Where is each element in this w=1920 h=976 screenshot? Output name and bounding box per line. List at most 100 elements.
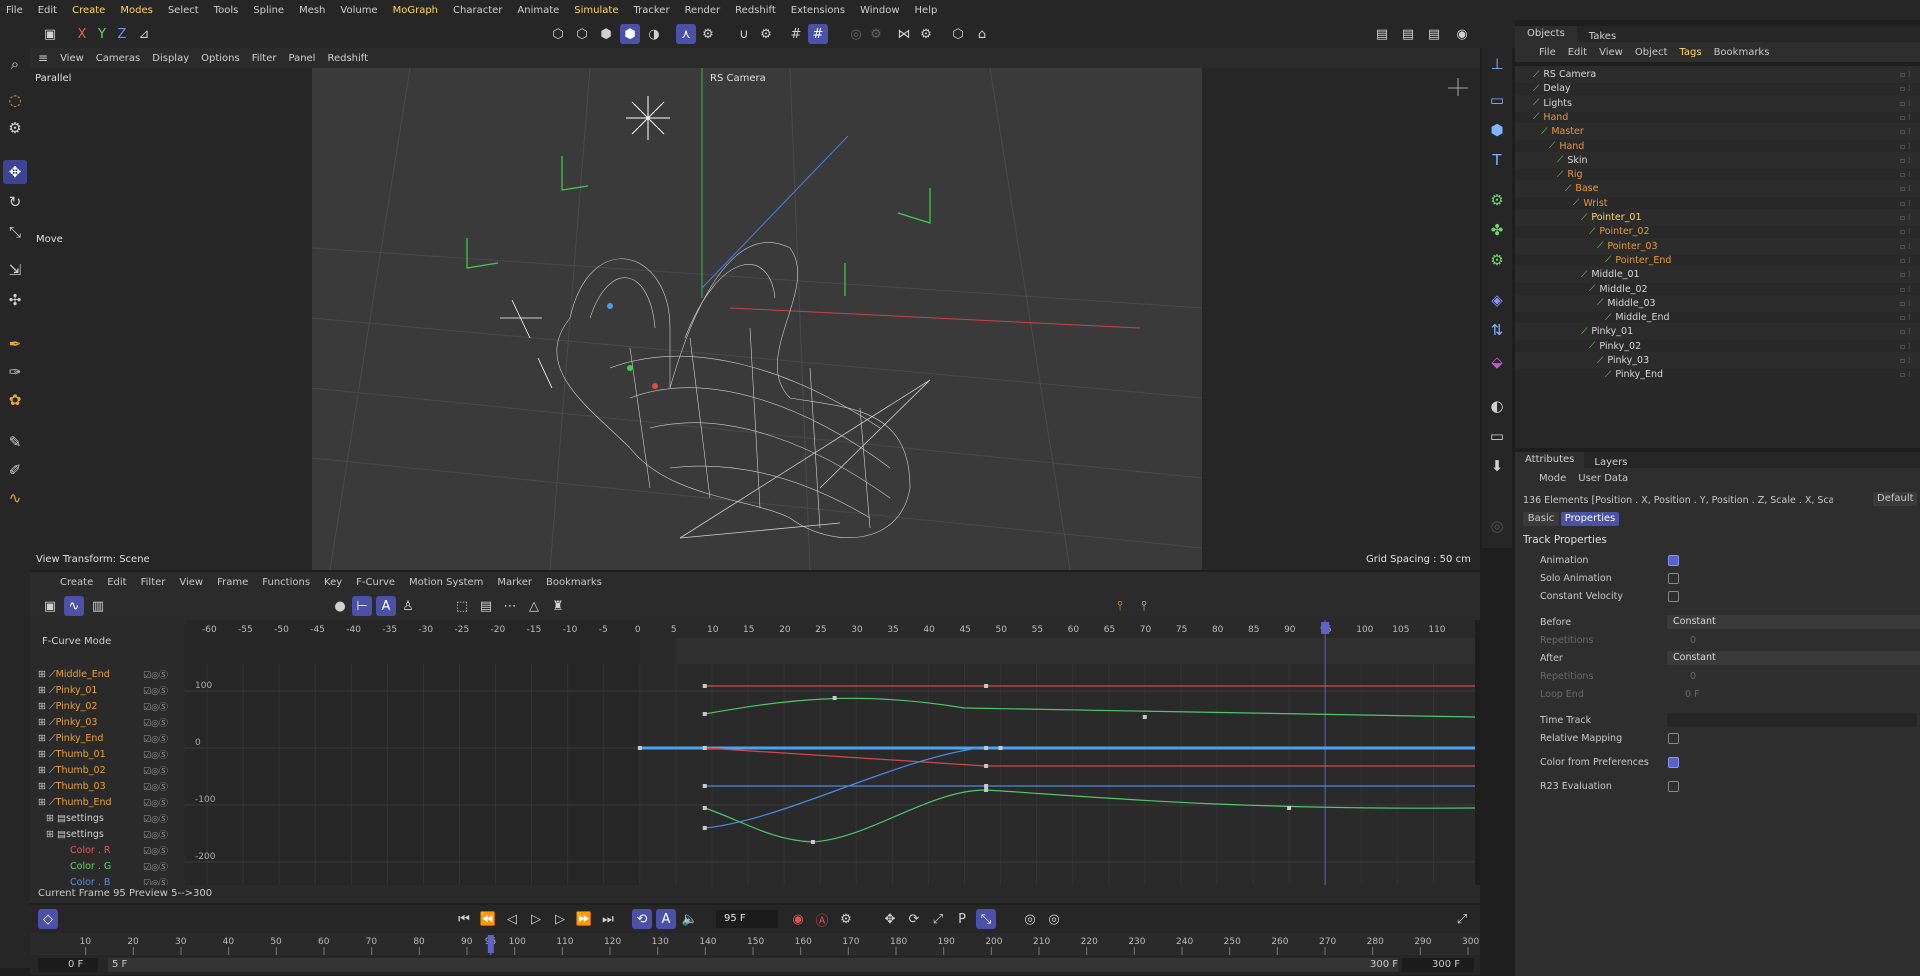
go-to-start-icon[interactable]: ⏮: [454, 909, 474, 929]
sketch-icon[interactable]: ∿: [3, 486, 27, 510]
viewport-menu-options[interactable]: Options: [201, 53, 240, 64]
current-frame-field[interactable]: 95 F: [716, 910, 778, 928]
play-icon[interactable]: ▷: [526, 909, 546, 929]
menu-tracker[interactable]: Tracker: [633, 5, 669, 16]
place-icon[interactable]: ✣: [3, 288, 27, 312]
redshift-icon[interactable]: ◉: [1452, 24, 1472, 44]
grid-icon[interactable]: #: [786, 24, 806, 44]
track-controls-icon[interactable]: ☑◎Ⓢ: [143, 780, 168, 793]
deformer-icon[interactable]: ◈: [1485, 288, 1509, 312]
visibility-flags-icon[interactable]: ▫ ⁝: [1900, 299, 1920, 308]
tangent-icon[interactable]: ♜: [548, 596, 568, 616]
y-axis-toggle[interactable]: Y: [92, 24, 112, 44]
markers-icon[interactable]: ⋯: [500, 596, 520, 616]
x-axis-toggle[interactable]: X: [72, 24, 92, 44]
objects-menu-view[interactable]: View: [1599, 47, 1623, 58]
effector-icon[interactable]: ⚙: [1485, 248, 1509, 272]
go-to-end-icon[interactable]: ⏭: [598, 909, 618, 929]
key-rot-icon[interactable]: ⟳: [904, 909, 924, 929]
tab-attributes[interactable]: Attributes: [1515, 452, 1585, 468]
before-dropdown[interactable]: Constant: [1667, 615, 1920, 629]
pin-icon[interactable]: ⫯: [1110, 596, 1130, 616]
visibility-flags-icon[interactable]: ▫ ⁝: [1900, 342, 1920, 351]
prev-frame-icon[interactable]: ◁: [502, 909, 522, 929]
track-controls-icon[interactable]: ☑◎Ⓢ: [143, 716, 168, 729]
coordinate-system-icon[interactable]: ⊿: [134, 24, 154, 44]
visibility-flags-icon[interactable]: ▫ ⁝: [1900, 184, 1920, 193]
hierarchy-icon[interactable]: ⊢: [352, 596, 372, 616]
timeline-menu-marker[interactable]: Marker: [497, 577, 532, 588]
expand-icon[interactable]: ⊞ ⟋: [38, 749, 56, 760]
lock-icon[interactable]: ⌂: [972, 24, 992, 44]
constant-velocity-checkbox[interactable]: [1668, 590, 1679, 602]
relative-mapping-checkbox[interactable]: [1668, 732, 1679, 744]
cloner-icon[interactable]: ⚙: [1485, 188, 1509, 212]
visibility-flags-icon[interactable]: ▫ ⁝: [1900, 99, 1920, 108]
timeline-expand-icon[interactable]: ⤢: [1452, 909, 1472, 929]
track-row[interactable]: ⊞ ⟋ Pinky_End ☑◎Ⓢ: [30, 730, 185, 746]
timeline-menu-create[interactable]: Create: [60, 577, 93, 588]
menu-create[interactable]: Create: [72, 5, 105, 16]
rotate-icon[interactable]: ↻: [3, 190, 27, 214]
menu-render[interactable]: Render: [685, 5, 721, 16]
r23-checkbox[interactable]: [1668, 780, 1679, 792]
preview-range-bar[interactable]: [108, 958, 1398, 972]
fracture-icon[interactable]: ✤: [1485, 218, 1509, 242]
track-controls-icon[interactable]: ☑◎Ⓢ: [143, 796, 168, 809]
axis-mode-icon[interactable]: ⋏: [676, 24, 696, 44]
menu-window[interactable]: Window: [860, 5, 899, 16]
tab-takes[interactable]: Takes: [1577, 31, 1628, 42]
track-row[interactable]: ⊞ ▤ settings ☑◎Ⓢ: [30, 810, 185, 826]
visibility-flags-icon[interactable]: ▫ ⁝: [1900, 142, 1920, 151]
dopesheet-icon[interactable]: ▣: [40, 596, 60, 616]
expand-icon[interactable]: ⊞ ⟋: [38, 797, 56, 808]
objects-menu-bookmarks[interactable]: Bookmarks: [1714, 47, 1770, 58]
expand-icon[interactable]: ⊞ ⟋: [38, 669, 56, 680]
expand-icon[interactable]: ⊞ ⟋: [38, 701, 56, 712]
menu-modes[interactable]: Modes: [120, 5, 152, 16]
key-scale-icon[interactable]: ⤢: [928, 909, 948, 929]
field-icon[interactable]: ⇅: [1485, 318, 1509, 342]
tweak-icon[interactable]: ⚙: [3, 116, 27, 140]
object-row[interactable]: ⟋ Pinky_End ▫ ⁝: [1515, 366, 1920, 383]
visibility-flags-icon[interactable]: ▫ ⁝: [1900, 199, 1920, 208]
motion-record-icon[interactable]: ◎: [1044, 909, 1064, 929]
expand-icon[interactable]: ⊞ ⟋: [38, 717, 56, 728]
viewport-menu-display[interactable]: Display: [152, 53, 189, 64]
menu-simulate[interactable]: Simulate: [574, 5, 618, 16]
sphere-icon[interactable]: ●: [330, 596, 350, 616]
track-controls-icon[interactable]: ☑◎Ⓢ: [143, 860, 168, 873]
visibility-flags-icon[interactable]: ▫ ⁝: [1900, 227, 1920, 236]
camera-label[interactable]: RS Camera: [710, 73, 766, 84]
preview-end-field[interactable]: 300 F: [1370, 958, 1398, 972]
timeline-menu-f-curve[interactable]: F-Curve: [356, 577, 395, 588]
camera-icon[interactable]: ▭: [1485, 424, 1509, 448]
motion-clip-icon[interactable]: ◎: [1020, 909, 1040, 929]
select-icon[interactable]: ◌: [3, 88, 27, 112]
expand-icon[interactable]: ⊞ ⟋: [38, 685, 56, 696]
timeline-menu-filter[interactable]: Filter: [141, 577, 166, 588]
polygons-mode-icon[interactable]: ⬢: [620, 24, 640, 44]
visibility-flags-icon[interactable]: ▫ ⁝: [1900, 213, 1920, 222]
visibility-flags-icon[interactable]: ▫ ⁝: [1900, 70, 1920, 79]
viewport-menu-panel[interactable]: Panel: [288, 53, 315, 64]
motion-mode-icon[interactable]: ▥: [88, 596, 108, 616]
track-controls-icon[interactable]: ☑◎Ⓢ: [143, 828, 168, 841]
cube-icon[interactable]: ⬢: [1485, 118, 1509, 142]
menu-edit[interactable]: Edit: [38, 5, 57, 16]
loop-end-value[interactable]: 0 F: [1685, 689, 1700, 700]
prev-key-icon[interactable]: ⏪: [478, 909, 498, 929]
objects-menu-object[interactable]: Object: [1635, 47, 1668, 58]
snap-icon[interactable]: ∪: [734, 24, 754, 44]
track-controls-icon[interactable]: ☑◎Ⓢ: [143, 668, 168, 681]
objects-menu-edit[interactable]: Edit: [1568, 47, 1587, 58]
menu-help[interactable]: Help: [915, 5, 938, 16]
track-row[interactable]: ⊞ ⟋ Middle_End ☑◎Ⓢ: [30, 666, 185, 682]
timeline-menu-edit[interactable]: Edit: [107, 577, 126, 588]
track-controls-icon[interactable]: ☑◎Ⓢ: [143, 732, 168, 745]
timeline-menu-frame[interactable]: Frame: [217, 577, 248, 588]
viewport-menu-cameras[interactable]: Cameras: [96, 53, 140, 64]
frame-ruler[interactable]: 1020304050607080909510011012013014015016…: [30, 933, 1480, 955]
playback-mode-icon[interactable]: A: [656, 909, 676, 929]
visibility-flags-icon[interactable]: ▫ ⁝: [1900, 270, 1920, 279]
